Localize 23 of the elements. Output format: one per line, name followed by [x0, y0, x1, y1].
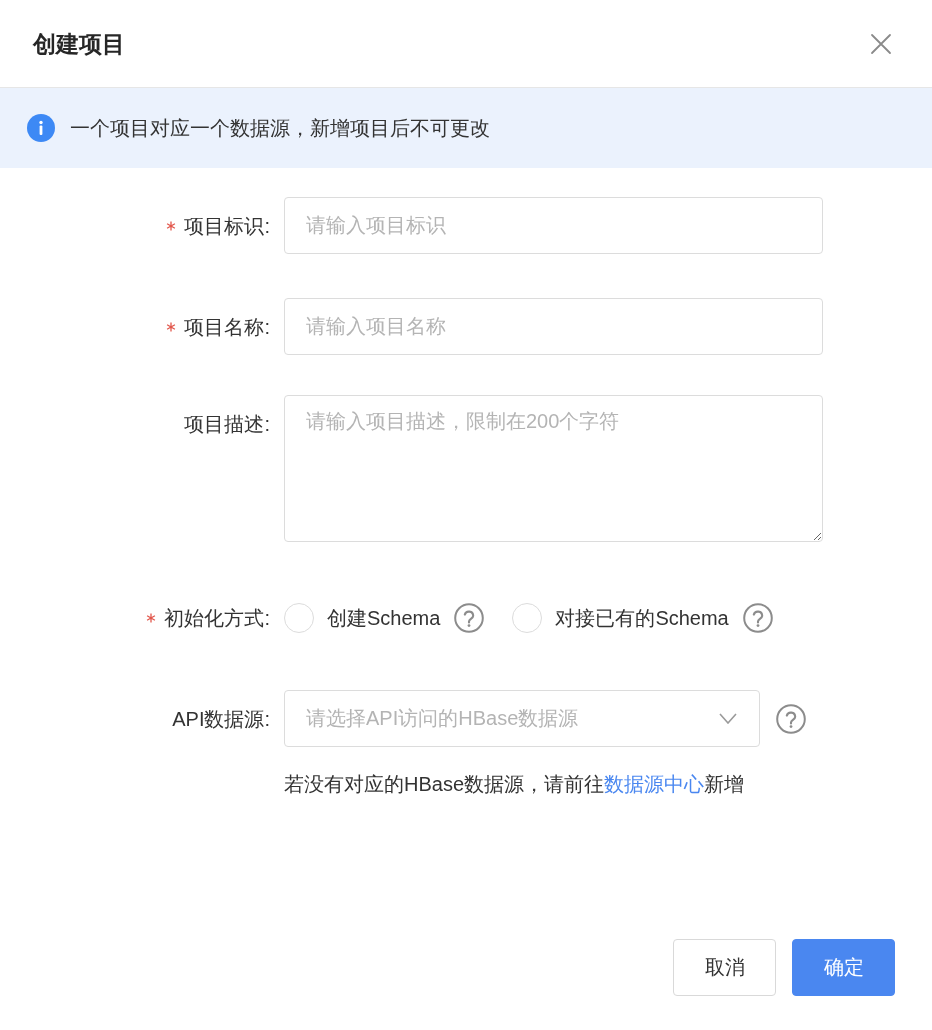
data-source-link[interactable]: 数据源中心 — [604, 773, 705, 795]
text-input[interactable]: 请输入项目名称 — [284, 298, 823, 355]
info-text: 一个项目对应一个数据源，新增项目后不可更改 — [70, 116, 490, 141]
field-label: 项目描述: — [184, 411, 270, 437]
text-input[interactable]: 请输入项目标识 — [284, 197, 823, 254]
textarea-field[interactable]: 请输入项目描述，限制在200个字符 — [284, 395, 823, 542]
help-icon[interactable] — [776, 703, 806, 734]
chevron-down-icon — [719, 713, 737, 724]
radio-button[interactable] — [284, 603, 314, 633]
close-button[interactable] — [870, 32, 892, 55]
help-icon[interactable] — [742, 603, 773, 633]
field-label: 初始化方式: — [164, 606, 270, 631]
radio-option-label[interactable]: 对接已有的Schema — [555, 604, 729, 632]
hint-text: 若没有对应的HBase数据源，请前往数据源中心新增 — [284, 772, 745, 797]
info-icon — [27, 114, 55, 142]
radio-button[interactable] — [512, 603, 543, 633]
field-label: 项目标识: — [184, 213, 270, 239]
field-label: API数据源: — [172, 706, 270, 732]
radio-option-label[interactable]: 创建Schema — [327, 604, 441, 632]
field-label: 项目名称: — [184, 314, 270, 340]
help-icon[interactable] — [454, 603, 485, 633]
dialog-title: 创建项目 — [33, 29, 125, 59]
cancel-button[interactable]: 取消 — [673, 939, 776, 996]
